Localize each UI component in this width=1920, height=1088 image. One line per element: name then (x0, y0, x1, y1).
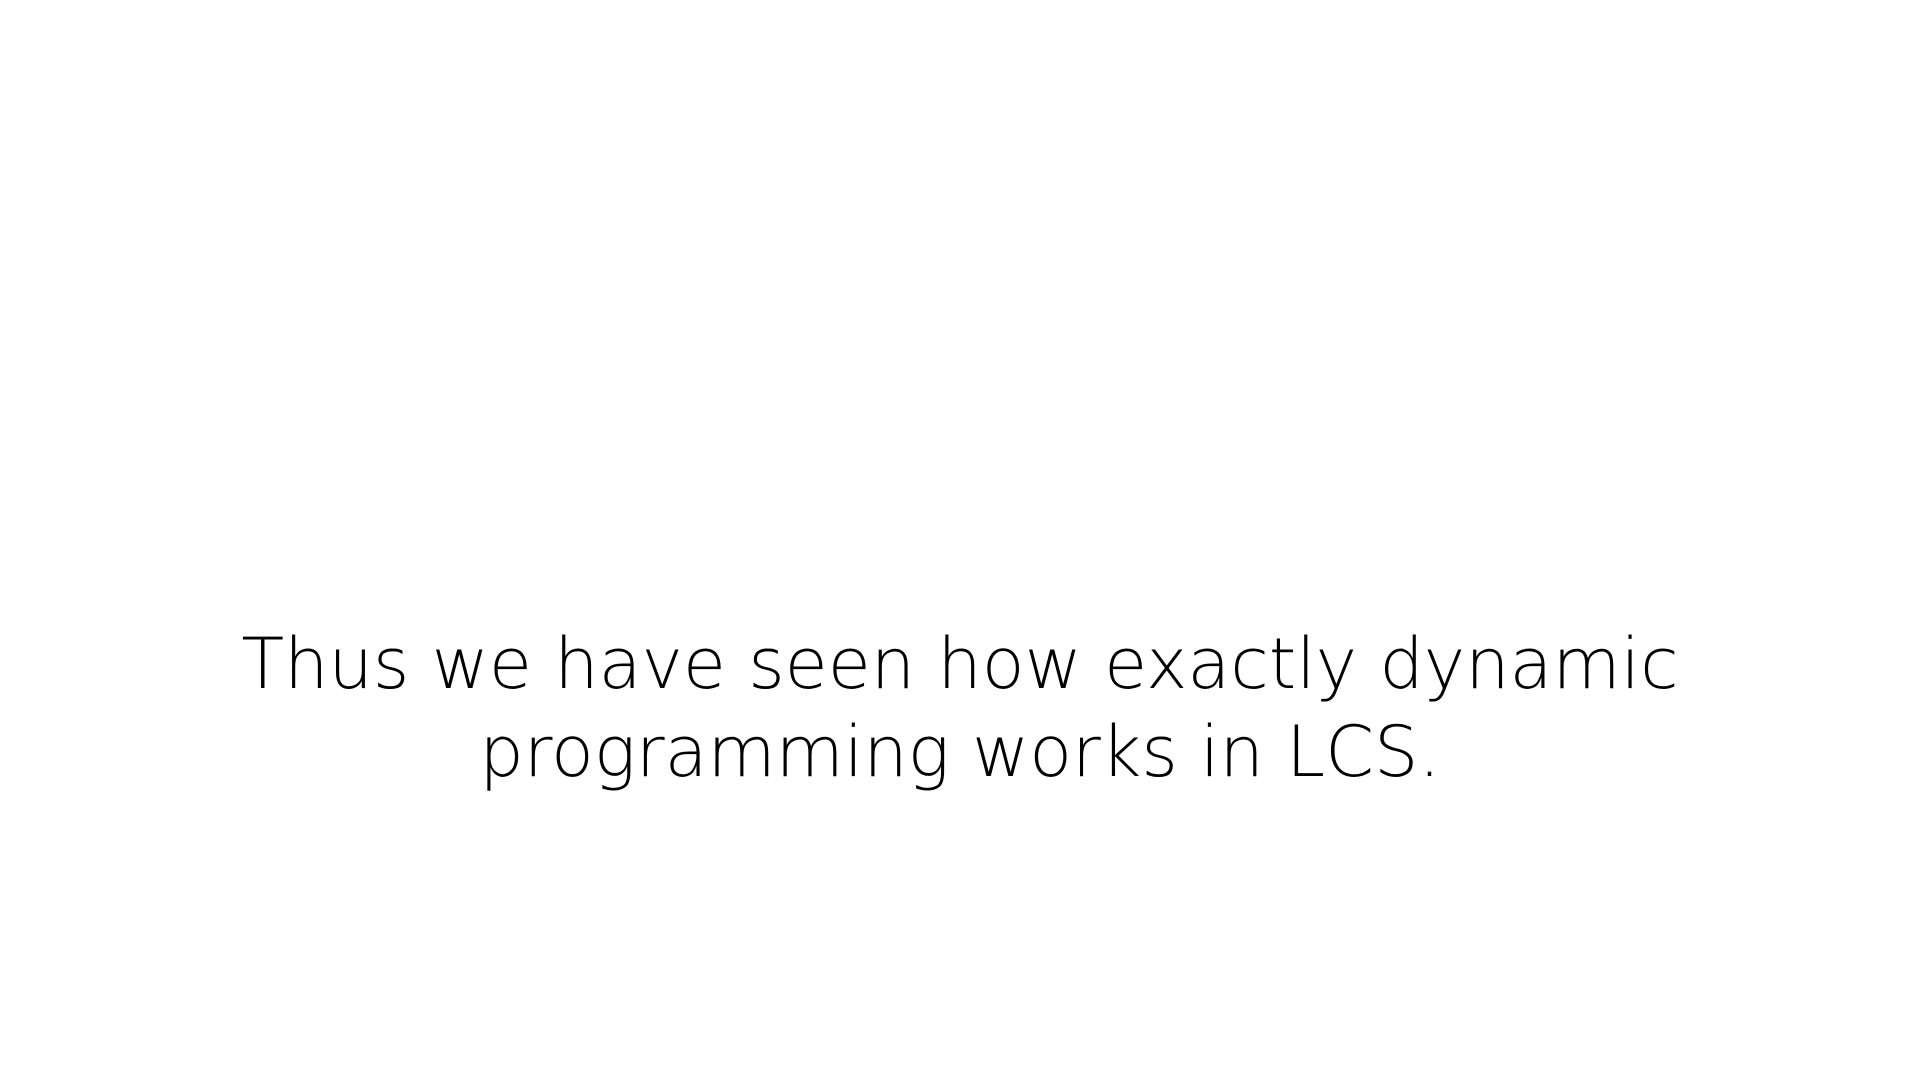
body-line-1: Thus we have seen how exactly dynamic (241, 623, 1679, 705)
slide-canvas: Thus we have seen how exactly dynamic pr… (0, 0, 1920, 1088)
body-line-2: programming works in LCS. (479, 711, 1441, 793)
slide-body-text: Thus we have seen how exactly dynamic pr… (240, 620, 1680, 796)
